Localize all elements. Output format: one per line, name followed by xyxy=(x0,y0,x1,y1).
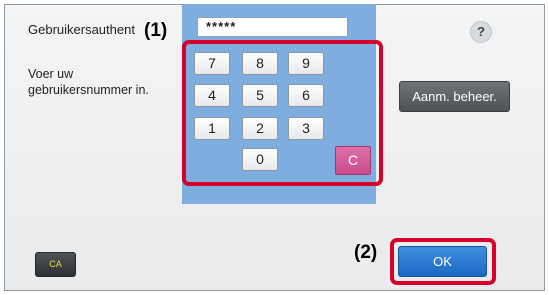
help-button[interactable]: ? xyxy=(470,21,492,43)
callout-keypad: (1) xyxy=(144,20,168,41)
callout-ok: (2) xyxy=(354,242,378,263)
user-number-field[interactable]: ***** xyxy=(197,17,348,37)
ok-highlight-frame xyxy=(390,238,496,285)
admin-login-button[interactable]: Aanm. beheer. xyxy=(399,81,510,112)
screen-title: Gebruikersauthent xyxy=(28,22,135,37)
question-mark-icon: ? xyxy=(477,24,485,39)
clear-all-button[interactable]: CA xyxy=(35,252,76,277)
keypad-highlight-frame xyxy=(182,40,383,186)
instruction-text: Voer uw gebruikersnummer in. xyxy=(28,67,149,97)
